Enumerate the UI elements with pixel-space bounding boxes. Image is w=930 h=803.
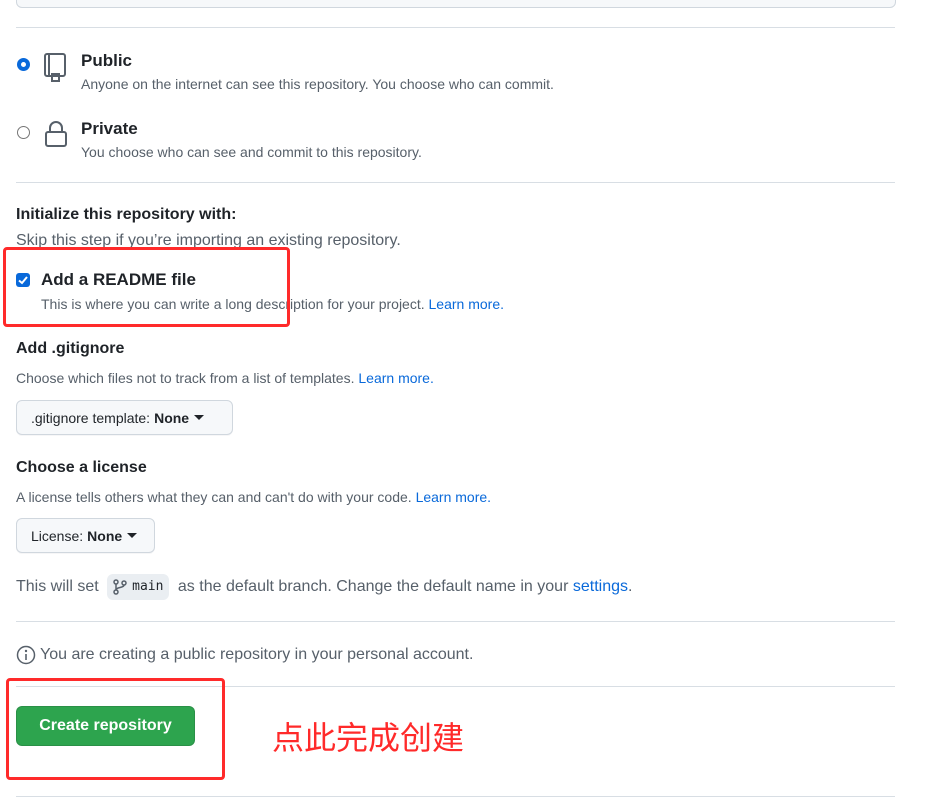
gitignore-title: Add .gitignore [16,340,125,357]
previous-field-remnant [16,0,896,8]
caret-down-icon [127,533,138,538]
gitignore-description-row: Choose which files not to track from a l… [16,370,434,386]
default-branch-suffix: . [627,578,633,596]
public-title: Public [81,51,133,70]
branch-name: main [132,579,164,594]
caret-down-icon [194,415,205,420]
license-button-value: None [87,527,123,544]
gitignore-button-value: None [154,409,190,426]
divider-visibility [16,182,895,183]
public-notice: You are creating a public repository in … [16,645,473,665]
license-description: A license tells others what they can and… [16,489,412,505]
gitignore-learn-more-link[interactable]: Learn more. [358,370,433,386]
public-description: Anyone on the internet can see this repo… [81,76,554,92]
readme-learn-more-link[interactable]: Learn more. [429,296,504,312]
branch-pill: main [107,574,170,600]
initialize-title: Initialize this repository with: [16,206,237,223]
divider-branch [16,621,895,622]
license-description-row: A license tells others what they can and… [16,489,491,505]
gitignore-button-prefix: .gitignore template: [31,409,151,426]
public-radio[interactable] [17,58,30,71]
annotation-text: 点此完成创建 [272,719,465,757]
annotation-box-create [6,678,225,780]
settings-link[interactable]: settings [573,578,628,595]
notice-text: You are creating a public repository in … [40,646,474,663]
private-title: Private [81,119,138,138]
divider-top [16,27,895,28]
divider-bottom [16,796,895,797]
license-button[interactable]: License: None [16,518,155,553]
info-icon [16,645,36,665]
default-branch-row: This will set main as the default branch… [16,574,632,600]
default-branch-middle: as the default branch. Change the defaul… [177,578,569,596]
repo-book-icon [43,52,69,87]
gitignore-description: Choose which files not to track from a l… [16,370,355,386]
git-branch-icon [113,579,127,595]
license-button-prefix: License: [31,527,84,544]
lock-icon [43,120,69,153]
private-radio[interactable] [17,126,30,139]
license-learn-more-link[interactable]: Learn more. [416,489,491,505]
license-title: Choose a license [16,459,147,476]
annotation-box-readme [3,247,290,327]
private-description: You choose who can see and commit to thi… [81,144,422,160]
gitignore-template-button[interactable]: .gitignore template: None [16,400,233,435]
default-branch-prefix: This will set [16,578,99,596]
